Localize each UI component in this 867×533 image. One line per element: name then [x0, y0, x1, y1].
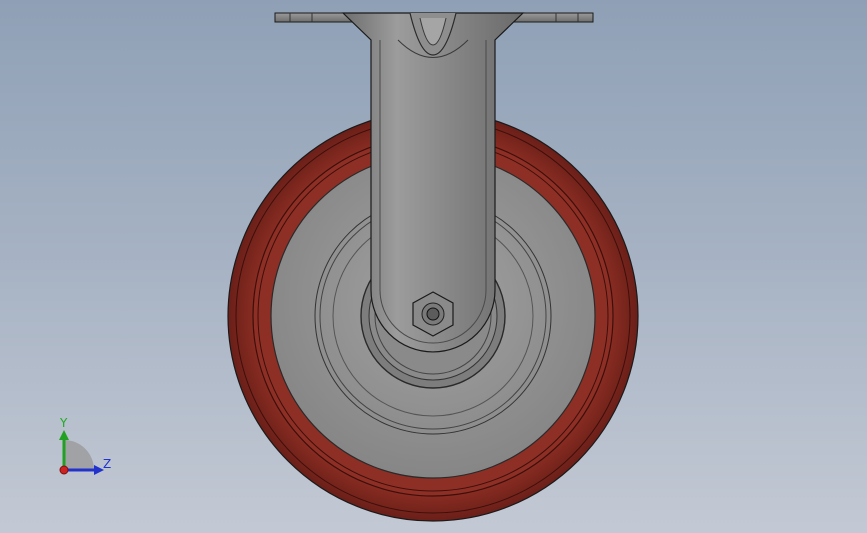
triad-y-arrow [59, 430, 69, 440]
triad-plane-indicator [64, 440, 94, 470]
triad-y-label: Y [59, 416, 68, 430]
graphics-viewport[interactable]: Y Z [0, 0, 867, 533]
triad-z-label: Z [103, 457, 111, 471]
triad-x-axis-dot [59, 465, 69, 475]
reference-triad: Y Z [59, 416, 111, 475]
axle-nut-bore [426, 307, 440, 321]
model-scene[interactable]: Y Z [0, 0, 867, 533]
